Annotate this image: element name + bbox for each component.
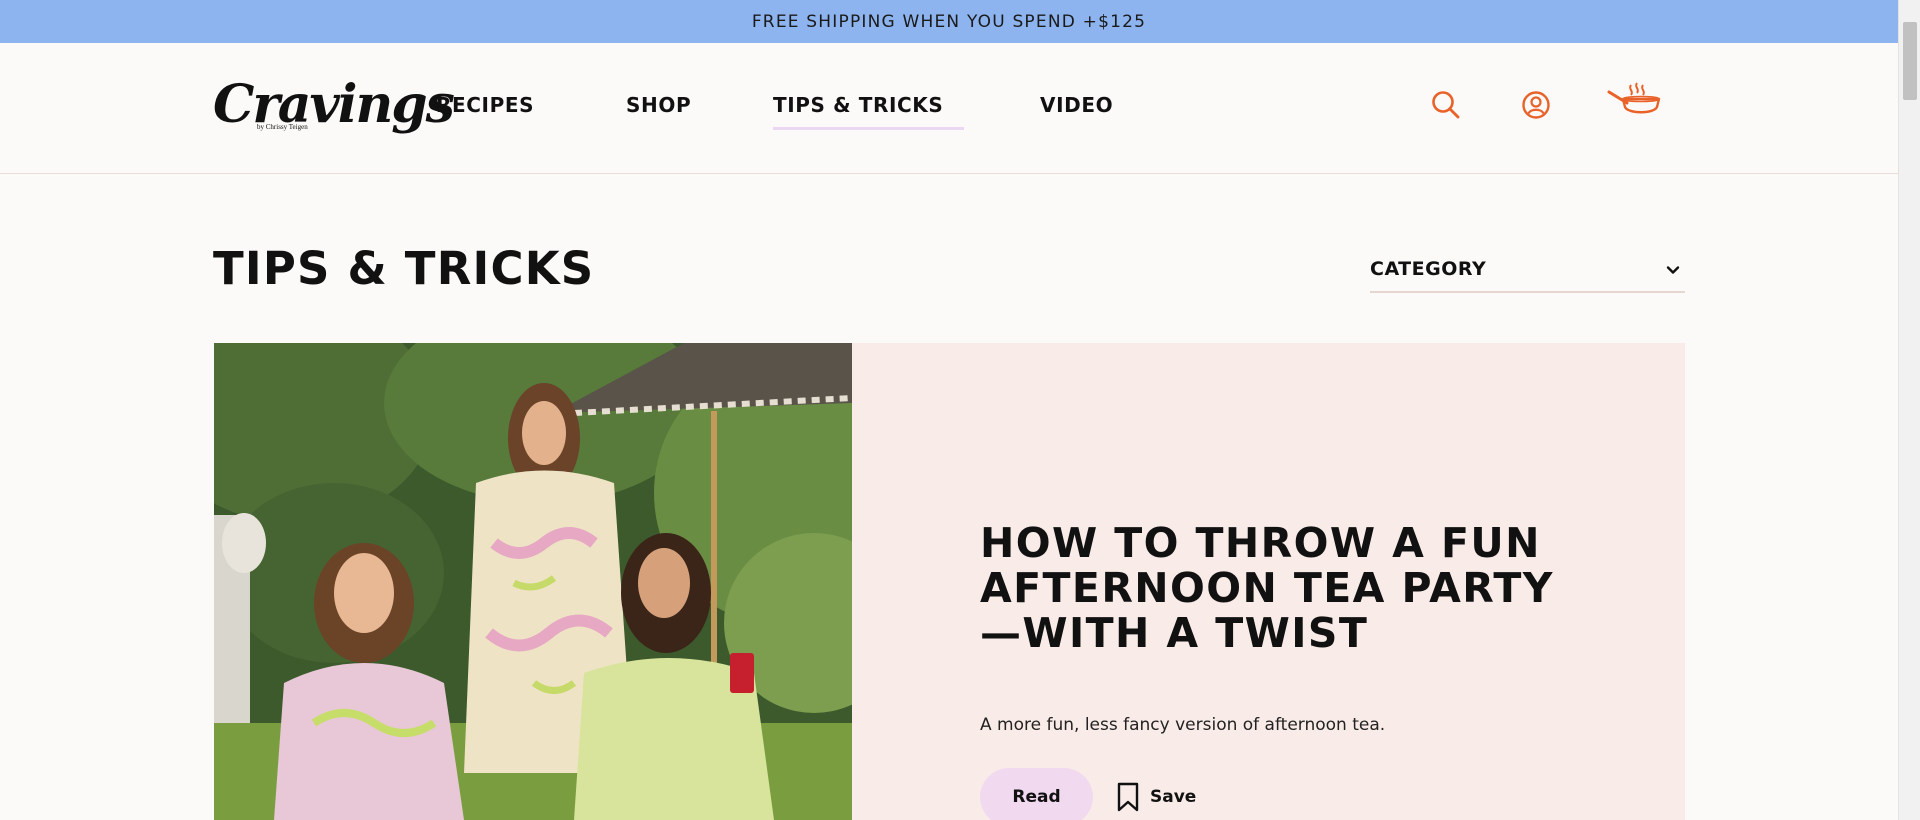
read-button[interactable]: Read xyxy=(980,768,1093,820)
nav-active-indicator xyxy=(773,127,964,130)
chevron-down-icon xyxy=(1666,266,1680,274)
nav-recipes[interactable]: RECIPES xyxy=(436,93,534,117)
featured-article-image[interactable] xyxy=(214,343,852,820)
featured-article-card: HOW TO THROW A FUN AFTERNOON TEA PARTY—W… xyxy=(214,343,1685,820)
nav-tips-and-tricks[interactable]: TIPS & TRICKS xyxy=(773,93,943,117)
page-title: TIPS & TRICKS xyxy=(213,242,595,295)
user-circle-icon xyxy=(1522,91,1550,119)
featured-article-title[interactable]: HOW TO THROW A FUN AFTERNOON TEA PARTY—W… xyxy=(980,521,1580,656)
cart-button[interactable] xyxy=(1606,81,1668,128)
brand-logo-byline: by Chrissy Teigen xyxy=(257,123,308,131)
nav-video[interactable]: VIDEO xyxy=(1040,93,1113,117)
account-button[interactable] xyxy=(1520,89,1552,126)
tea-party-photo xyxy=(214,343,852,820)
search-icon xyxy=(1432,91,1460,119)
bookmark-icon xyxy=(1117,782,1139,812)
frying-pan-icon xyxy=(1607,82,1661,114)
search-button[interactable] xyxy=(1430,89,1462,126)
category-dropdown[interactable]: CATEGORY xyxy=(1370,254,1685,293)
promo-text: FREE SHIPPING WHEN YOU SPEND +$125 xyxy=(751,11,1147,32)
promo-banner: FREE SHIPPING WHEN YOU SPEND +$125 xyxy=(0,0,1898,43)
save-label: Save xyxy=(1150,787,1197,807)
brand-logo[interactable]: Cravings by Chrissy Teigen xyxy=(213,63,455,147)
category-dropdown-label: CATEGORY xyxy=(1370,258,1487,280)
scrollbar-thumb[interactable] xyxy=(1903,22,1917,100)
brand-logo-wordmark: Cravings xyxy=(213,74,455,135)
save-button[interactable]: Save xyxy=(1116,782,1196,812)
page-scrollbar[interactable] xyxy=(1898,0,1920,820)
nav-shop[interactable]: SHOP xyxy=(626,93,691,117)
featured-article-subtitle: A more fun, less fancy version of aftern… xyxy=(980,715,1386,735)
site-header: Cravings by Chrissy Teigen RECIPES SHOP … xyxy=(0,43,1898,174)
